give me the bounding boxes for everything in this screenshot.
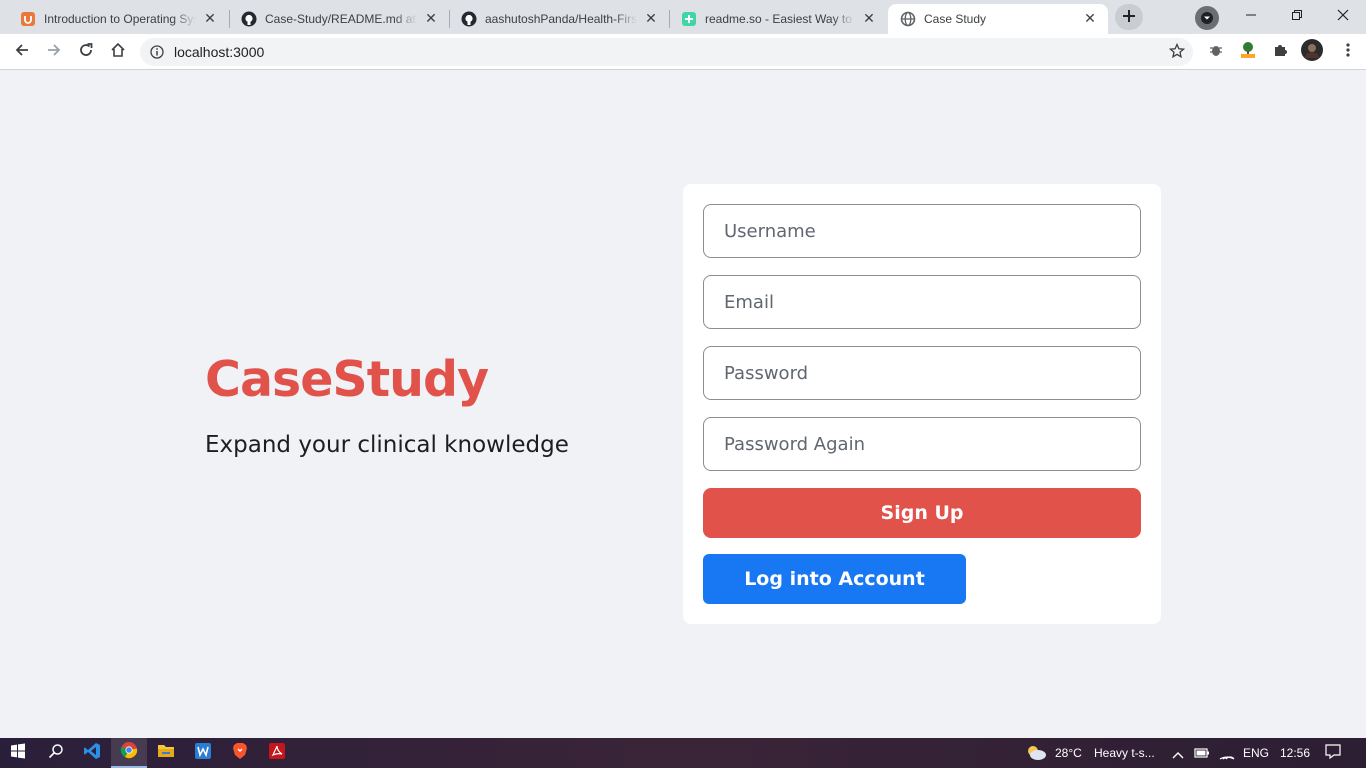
github-icon <box>241 11 257 27</box>
profile-avatar-button[interactable] <box>1298 38 1326 66</box>
windows-taskbar: 28°C Heavy t-s... ENG 12:56 <box>0 738 1366 768</box>
chevron-up-icon <box>1172 744 1184 763</box>
restore-button[interactable] <box>1274 0 1320 30</box>
tab-case-study-readme[interactable]: Case-Study/README.md at m ✕ <box>229 4 449 34</box>
tab-health-first[interactable]: aashutoshPanda/Health-First ✕ <box>449 4 669 34</box>
brave-icon <box>231 742 249 764</box>
taskbar-chrome[interactable] <box>111 738 147 768</box>
puzzle-icon <box>1272 42 1288 62</box>
tagline: Expand your clinical knowledge <box>205 432 569 458</box>
close-icon <box>1337 6 1349 25</box>
acrobat-icon <box>268 742 286 764</box>
search-icon <box>48 743 64 763</box>
tree-icon <box>1239 41 1257 63</box>
sign-up-button[interactable]: Sign Up <box>703 488 1141 538</box>
arrow-left-icon <box>14 42 30 62</box>
folder-icon <box>157 743 175 763</box>
extension-html-button[interactable] <box>1234 38 1262 66</box>
address-bar[interactable]: localhost:3000 <box>140 38 1193 66</box>
close-icon[interactable]: ✕ <box>861 11 877 27</box>
password-input[interactable] <box>703 346 1141 400</box>
taskbar-vscode[interactable] <box>74 738 110 768</box>
minimize-button[interactable] <box>1228 0 1274 30</box>
extension-bug-button[interactable] <box>1202 38 1230 66</box>
reload-icon <box>78 42 94 62</box>
forward-button[interactable] <box>40 38 68 66</box>
bug-icon <box>1208 42 1224 62</box>
back-button[interactable] <box>8 38 36 66</box>
battery-icon[interactable] <box>1193 738 1211 768</box>
log-into-account-button[interactable]: Log into Account <box>703 554 966 604</box>
word-icon <box>194 742 212 764</box>
taskbar-acrobat[interactable] <box>259 738 295 768</box>
start-button[interactable] <box>0 738 36 768</box>
notification-button[interactable] <box>1322 738 1344 768</box>
username-input[interactable] <box>703 204 1141 258</box>
plus-icon <box>1122 8 1136 27</box>
windows-logo-icon <box>10 743 26 763</box>
tab-case-study[interactable]: Case Study ✕ <box>888 4 1108 34</box>
close-icon[interactable]: ✕ <box>202 11 218 27</box>
browser-menu-button[interactable] <box>1334 38 1362 66</box>
tab-title: aashutoshPanda/Health-First <box>485 12 637 26</box>
tab-introduction-to-os[interactable]: Introduction to Operating Sys ✕ <box>8 4 228 34</box>
wifi-icon[interactable] <box>1218 738 1236 768</box>
weather-icon[interactable] <box>1024 738 1048 768</box>
home-button[interactable] <box>104 38 132 66</box>
page-content: CaseStudy Expand your clinical knowledge… <box>0 71 1366 738</box>
brand-logo-text: CaseStudy <box>205 351 489 408</box>
close-icon[interactable]: ✕ <box>1082 11 1098 27</box>
close-icon[interactable]: ✕ <box>643 11 659 27</box>
reload-button[interactable] <box>72 38 100 66</box>
language-indicator[interactable]: ENG <box>1243 738 1269 768</box>
readme-icon <box>681 11 697 27</box>
tab-search-button[interactable] <box>1195 6 1219 30</box>
info-icon[interactable] <box>150 44 164 63</box>
chrome-icon <box>120 741 138 763</box>
taskbar-word[interactable] <box>185 738 221 768</box>
close-window-button[interactable] <box>1320 0 1366 30</box>
tab-title: Case Study <box>924 12 987 26</box>
weather-description[interactable]: Heavy t-s... <box>1094 738 1155 768</box>
weather-temp[interactable]: 28°C <box>1055 738 1082 768</box>
extensions-button[interactable] <box>1266 38 1294 66</box>
avatar <box>1301 39 1323 65</box>
kebab-menu-icon <box>1346 42 1350 62</box>
star-icon[interactable] <box>1168 42 1186 63</box>
tab-title: Case-Study/README.md at m <box>265 12 417 26</box>
udemy-icon <box>20 11 36 27</box>
tab-title: Introduction to Operating Sys <box>44 12 196 26</box>
email-input[interactable] <box>703 275 1141 329</box>
close-icon[interactable]: ✕ <box>423 11 439 27</box>
tab-title: readme.so - Easiest Way to C <box>705 12 855 26</box>
new-tab-button[interactable] <box>1115 4 1143 30</box>
restore-icon <box>1291 6 1303 25</box>
tray-overflow-button[interactable] <box>1170 738 1186 768</box>
minimize-icon <box>1245 6 1257 25</box>
browser-tab-strip: Introduction to Operating Sys ✕ Case-Stu… <box>0 0 1366 34</box>
home-icon <box>110 42 126 62</box>
signup-card: Sign Up Log into Account <box>683 184 1161 624</box>
globe-icon <box>900 11 916 27</box>
tab-readme-so[interactable]: readme.so - Easiest Way to C ✕ <box>669 4 887 34</box>
arrow-right-icon <box>46 42 62 62</box>
taskbar-brave[interactable] <box>222 738 258 768</box>
chevron-down-icon <box>1201 9 1213 28</box>
address-text: localhost:3000 <box>174 44 265 60</box>
vscode-icon <box>83 742 101 764</box>
taskbar-file-explorer[interactable] <box>148 738 184 768</box>
notification-icon <box>1325 743 1341 763</box>
password-again-input[interactable] <box>703 417 1141 471</box>
clock[interactable]: 12:56 <box>1280 738 1310 768</box>
search-button[interactable] <box>38 738 74 768</box>
browser-toolbar: localhost:3000 <box>0 34 1366 70</box>
github-icon <box>461 11 477 27</box>
